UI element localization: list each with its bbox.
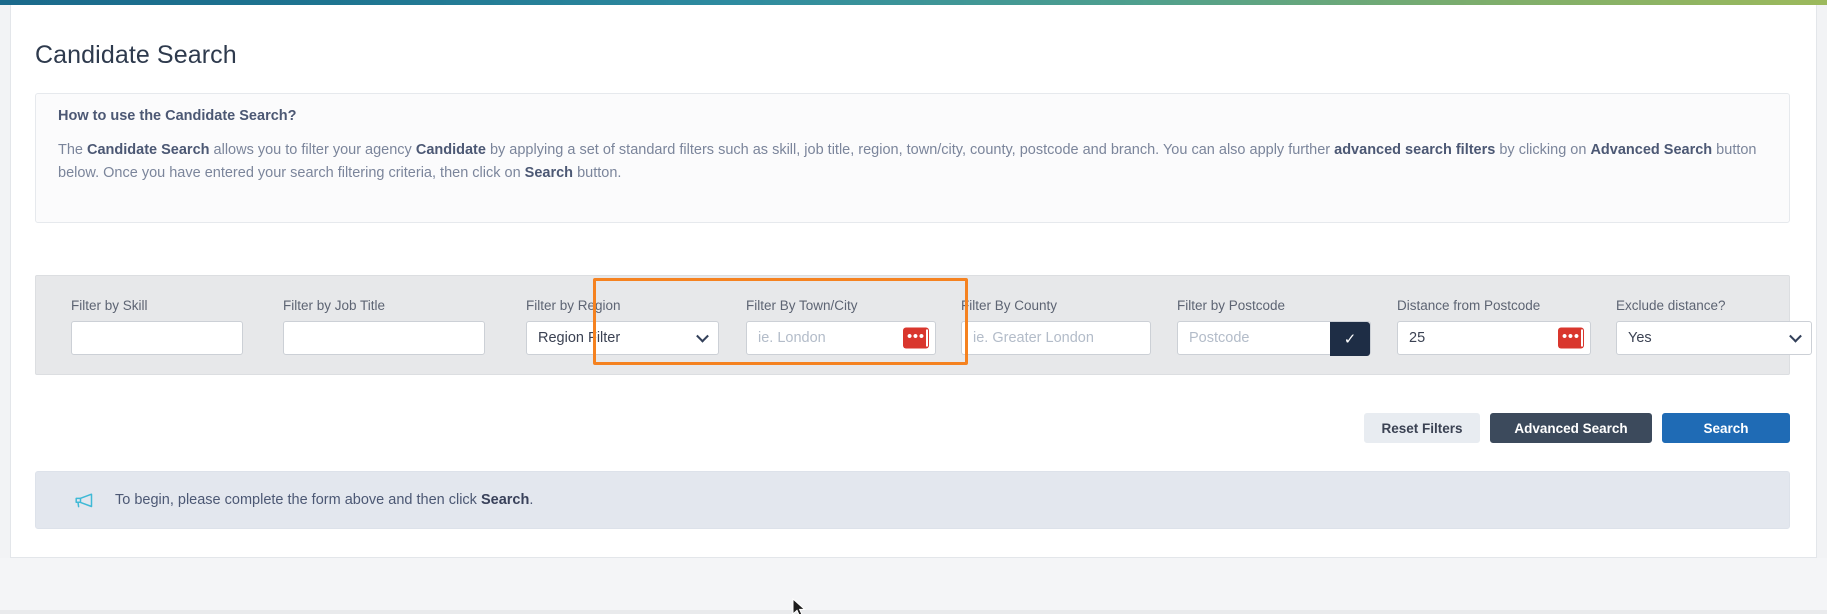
filter-label-town_city: Filter By Town/City [746,298,858,313]
filter-input-placeholder-postcode: Postcode [1189,330,1250,346]
help-text-span: button. [573,165,622,181]
info-alert: To begin, please complete the form above… [35,471,1790,529]
help-paragraph: The Candidate Search allows you to filte… [58,139,1768,185]
help-heading: How to use the Candidate Search? [58,108,297,124]
help-text-span: The [58,142,88,158]
filter-input-skill[interactable] [71,321,243,355]
filter-field-job_title: Filter by Job Title [283,298,485,355]
mouse-cursor [792,597,808,614]
filter-label-region: Filter by Region [526,298,621,313]
bottom-strip [0,558,1827,614]
page-card: Candidate Search How to use the Candidat… [10,5,1817,558]
search-button[interactable]: Search [1662,413,1790,443]
info-alert-text: To begin, please complete the form above… [115,492,533,508]
help-text-strong: advanced search filters [1334,142,1496,158]
filter-label-distance: Distance from Postcode [1397,298,1541,313]
filter-input-county[interactable]: ie. Greater London [961,321,1151,355]
filter-label-skill: Filter by Skill [71,298,148,313]
chevron-down-icon [1789,329,1802,343]
help-text-span: allows you to filter your agency [209,142,416,158]
filter-input-distance[interactable]: 25 ••• [1397,321,1591,355]
help-text-span: by clicking on [1495,142,1591,158]
bottom-divider [0,610,1827,614]
dots-badge-icon-distance[interactable]: ••• [1558,327,1584,349]
filter-label-exclude_distance: Exclude distance? [1616,298,1726,313]
filter-select-value-exclude_distance: Yes [1628,330,1652,346]
help-panel: How to use the Candidate Search? The Can… [35,93,1790,223]
advanced-search-button[interactable]: Advanced Search [1490,413,1652,443]
filter-input-placeholder-town_city: ie. London [758,330,826,346]
filter-field-exclude_distance: Exclude distance? Yes [1616,298,1812,355]
filter-select-exclude_distance[interactable]: Yes [1616,321,1812,355]
filter-field-county: Filter By County ie. Greater London [961,298,1151,355]
help-text-strong: Candidate [415,142,486,158]
filter-input-value-distance: 25 [1409,330,1426,346]
info-alert-text-before: To begin, please complete the form above… [115,492,481,508]
filter-field-distance: Distance from Postcode 25 ••• [1397,298,1591,355]
postcode-validate-check-button[interactable]: ✓ [1330,322,1370,356]
app-screen: Candidate Search How to use the Candidat… [0,0,1827,614]
filter-select-value-region: Region Filter [538,330,621,346]
info-alert-text-after: . [529,492,534,508]
filter-input-job_title[interactable] [283,321,485,355]
action-button-row: Reset Filters Advanced Search Search [35,413,1790,447]
filter-label-job_title: Filter by Job Title [283,298,386,313]
filter-label-postcode: Filter by Postcode [1177,298,1286,313]
filter-field-town_city: Filter By Town/City ie. London ••• [746,298,936,355]
filter-input-postcode[interactable]: Postcode ✓ [1177,321,1371,356]
megaphone-icon [74,492,93,508]
help-text-span: by applying a set of standard filters su… [485,142,1335,158]
help-text-strong: Candidate Search [87,142,210,158]
filter-input-town_city[interactable]: ie. London ••• [746,321,936,355]
filter-panel: Filter by Skill Filter by Job Title Filter… [35,275,1812,375]
filter-field-region: Filter by Region Region Filter [526,298,719,355]
filter-select-region[interactable]: Region Filter [526,321,719,355]
chevron-down-icon [696,329,709,343]
help-text-strong: Advanced Search [1590,142,1713,158]
filter-field-skill: Filter by Skill [71,298,243,355]
dots-badge-icon-town_city[interactable]: ••• [903,327,929,349]
help-text-strong: Search [524,165,574,181]
page-title: Candidate Search [35,41,237,69]
info-alert-text-bold: Search [480,492,530,508]
filter-field-postcode: Filter by Postcode Postcode ✓ [1177,298,1371,356]
reset-filters-button[interactable]: Reset Filters [1364,413,1480,443]
filter-label-county: Filter By County [961,298,1058,313]
filter-input-placeholder-county: ie. Greater London [973,330,1094,346]
